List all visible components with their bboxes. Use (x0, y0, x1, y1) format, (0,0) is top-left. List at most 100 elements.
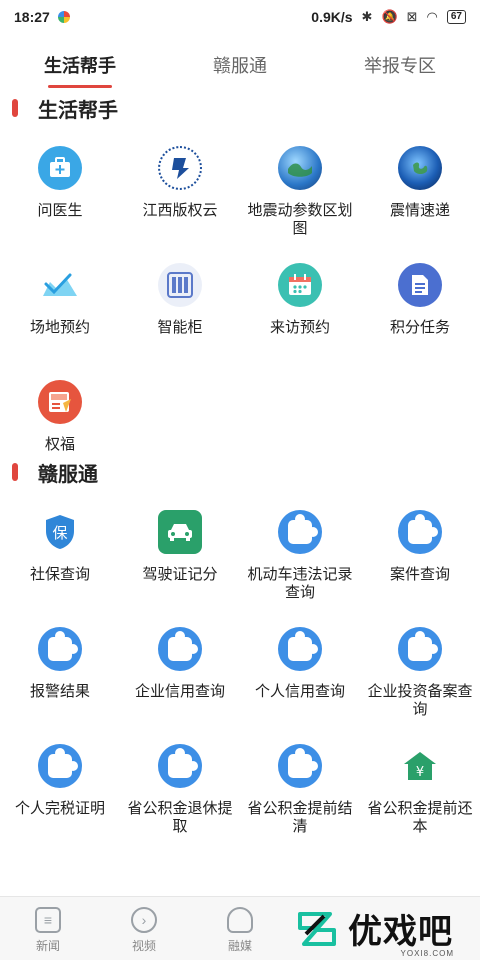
service-item-smart-locker[interactable]: 智能柜 (120, 243, 240, 360)
service-item-seismic-map[interactable]: 地震动参数区划图 (240, 126, 360, 243)
service-item-enterprise-credit[interactable]: 企业信用查询 (120, 607, 240, 724)
service-item-visit-booking[interactable]: 来访预约 (240, 243, 360, 360)
service-item-police-result[interactable]: 报警结果 (0, 607, 120, 724)
news-tab-icon: ≡ (35, 907, 61, 933)
service-item-fund-early-repay[interactable]: ¥ 省公积金提前还本 (360, 724, 480, 841)
service-item-copyright-cloud[interactable]: 江西版权云 (120, 126, 240, 243)
nav-item-video[interactable]: › 视频 (96, 897, 192, 960)
medical-kit-icon (38, 146, 82, 190)
nav-label: 新闻 (35, 939, 60, 953)
nav-label: 视频 (131, 939, 156, 953)
service-label: 地震动参数区划图 (247, 202, 353, 237)
service-label: 震情速递 (389, 202, 450, 219)
section-header-life: 生活帮手 (0, 90, 480, 126)
service-label: 省公积金退休提取 (127, 800, 233, 835)
service-item-fund-retire-withdraw[interactable]: 省公积金退休提取 (120, 724, 240, 841)
nav-label: 融媒 (227, 939, 252, 953)
puzzle-icon (278, 627, 322, 671)
service-item-case-query[interactable]: 案件查询 (360, 490, 480, 607)
puzzle-icon (278, 510, 322, 554)
puzzle-icon (278, 744, 322, 788)
service-content[interactable]: 生活帮手 问医生 江西版权云 地震动参数区划图 震情速递 场地预约 智能柜 来访… (0, 90, 480, 896)
watermark-sub: YOXI8.COM (400, 949, 454, 958)
service-item-ask-doctor[interactable]: 问医生 (0, 126, 120, 243)
tab-life-helper[interactable]: 生活帮手 (0, 34, 160, 90)
service-item-venue-booking[interactable]: 场地预约 (0, 243, 120, 360)
wifi-icon: ◠ (426, 9, 438, 24)
section-marker (12, 99, 18, 117)
svg-text:¥: ¥ (416, 765, 424, 780)
service-label: 省公积金提前结清 (247, 800, 353, 835)
service-label: 案件查询 (389, 566, 450, 583)
service-label: 权福 (44, 436, 75, 453)
status-time: 18:27 (14, 9, 50, 25)
play-icon: › (131, 907, 157, 933)
puzzle-icon (398, 627, 442, 671)
service-item-vehicle-violation[interactable]: 机动车违法记录查询 (240, 490, 360, 607)
service-item-license-points[interactable]: 驾驶证记分 (120, 490, 240, 607)
watermark-logo-icon (294, 904, 342, 952)
service-item-points-task[interactable]: 积分任务 (360, 243, 480, 360)
puzzle-icon (398, 510, 442, 554)
tab-report-zone[interactable]: 举报专区 (320, 34, 480, 90)
venue-icon (38, 263, 82, 307)
bluetooth-icon: ✱ (361, 9, 373, 24)
section-marker (12, 463, 18, 481)
service-label: 积分任务 (389, 319, 450, 336)
service-label: 省公积金提前还本 (367, 800, 473, 835)
service-label: 报警结果 (29, 683, 90, 700)
tab-gan-fu-tong[interactable]: 赣服通 (160, 34, 320, 90)
puzzle-icon (38, 627, 82, 671)
puzzle-icon (158, 744, 202, 788)
calendar-icon (278, 263, 322, 307)
svg-text:保: 保 (52, 524, 67, 542)
puzzle-icon (38, 744, 82, 788)
earth-icon (398, 146, 442, 190)
service-item-tax-certificate[interactable]: 个人完税证明 (0, 724, 120, 841)
service-item-social-security[interactable]: 保 社保查询 (0, 490, 120, 607)
watermark: 优戏吧 YOXI8.COM (294, 896, 474, 960)
service-label: 个人完税证明 (14, 800, 105, 817)
house-yuan-icon: ¥ (398, 744, 442, 788)
nav-item-news[interactable]: ≡ 新闻 (0, 897, 96, 960)
status-right: 0.9K/s ✱ 🔕 ⊠ ◠ 67 (311, 9, 466, 25)
service-label: 机动车违法记录查询 (247, 566, 353, 601)
battery-icon: 67 (446, 10, 466, 24)
service-label: 来访预约 (269, 319, 330, 336)
status-bar: 18:27 0.9K/s ✱ 🔕 ⊠ ◠ 67 (0, 0, 480, 34)
top-tabs: 生活帮手 赣服通 举报专区 (0, 34, 480, 90)
locker-icon (158, 263, 202, 307)
service-item-quanfu[interactable]: 权福 (0, 360, 120, 454)
puzzle-icon (158, 627, 202, 671)
service-item-quake-express[interactable]: 震情速递 (360, 126, 480, 243)
cloud-icon (227, 907, 253, 933)
service-label: 场地预约 (29, 319, 90, 336)
service-item-fund-early-settle[interactable]: 省公积金提前结清 (240, 724, 360, 841)
mute-icon: 🔕 (381, 9, 398, 24)
section-title: 赣服通 (38, 463, 98, 486)
app-notification-icon (57, 11, 70, 23)
network-speed: 0.9K/s (311, 9, 353, 25)
copyright-cloud-logo-icon (158, 146, 202, 190)
life-helper-grid: 问医生 江西版权云 地震动参数区划图 震情速递 场地预约 智能柜 来访预约 积分… (0, 126, 480, 454)
service-label: 驾驶证记分 (142, 566, 218, 583)
service-label: 企业信用查询 (134, 683, 225, 700)
service-label: 问医生 (37, 202, 83, 219)
news-icon (38, 380, 82, 424)
document-icon (398, 263, 442, 307)
service-label: 江西版权云 (142, 202, 218, 219)
watermark-text: 优戏吧 (348, 912, 453, 951)
service-label: 个人信用查询 (254, 683, 345, 700)
section-title: 生活帮手 (38, 99, 118, 122)
nav-item-media[interactable]: 融媒 (192, 897, 288, 960)
section-header-gan-fu-tong: 赣服通 (0, 454, 480, 490)
sim-icon: ⊠ (406, 9, 418, 24)
service-item-personal-credit[interactable]: 个人信用查询 (240, 607, 360, 724)
service-label: 企业投资备案查询 (367, 683, 473, 718)
gan-fu-tong-grid: 保 社保查询 驾驶证记分 机动车违法记录查询 案件查询 报警结果 企业信用查询 (0, 490, 480, 841)
shield-icon: 保 (38, 510, 82, 554)
service-label: 智能柜 (157, 319, 203, 336)
service-item-investment-filing[interactable]: 企业投资备案查询 (360, 607, 480, 724)
globe-map-icon (278, 146, 322, 190)
car-icon (158, 510, 202, 554)
